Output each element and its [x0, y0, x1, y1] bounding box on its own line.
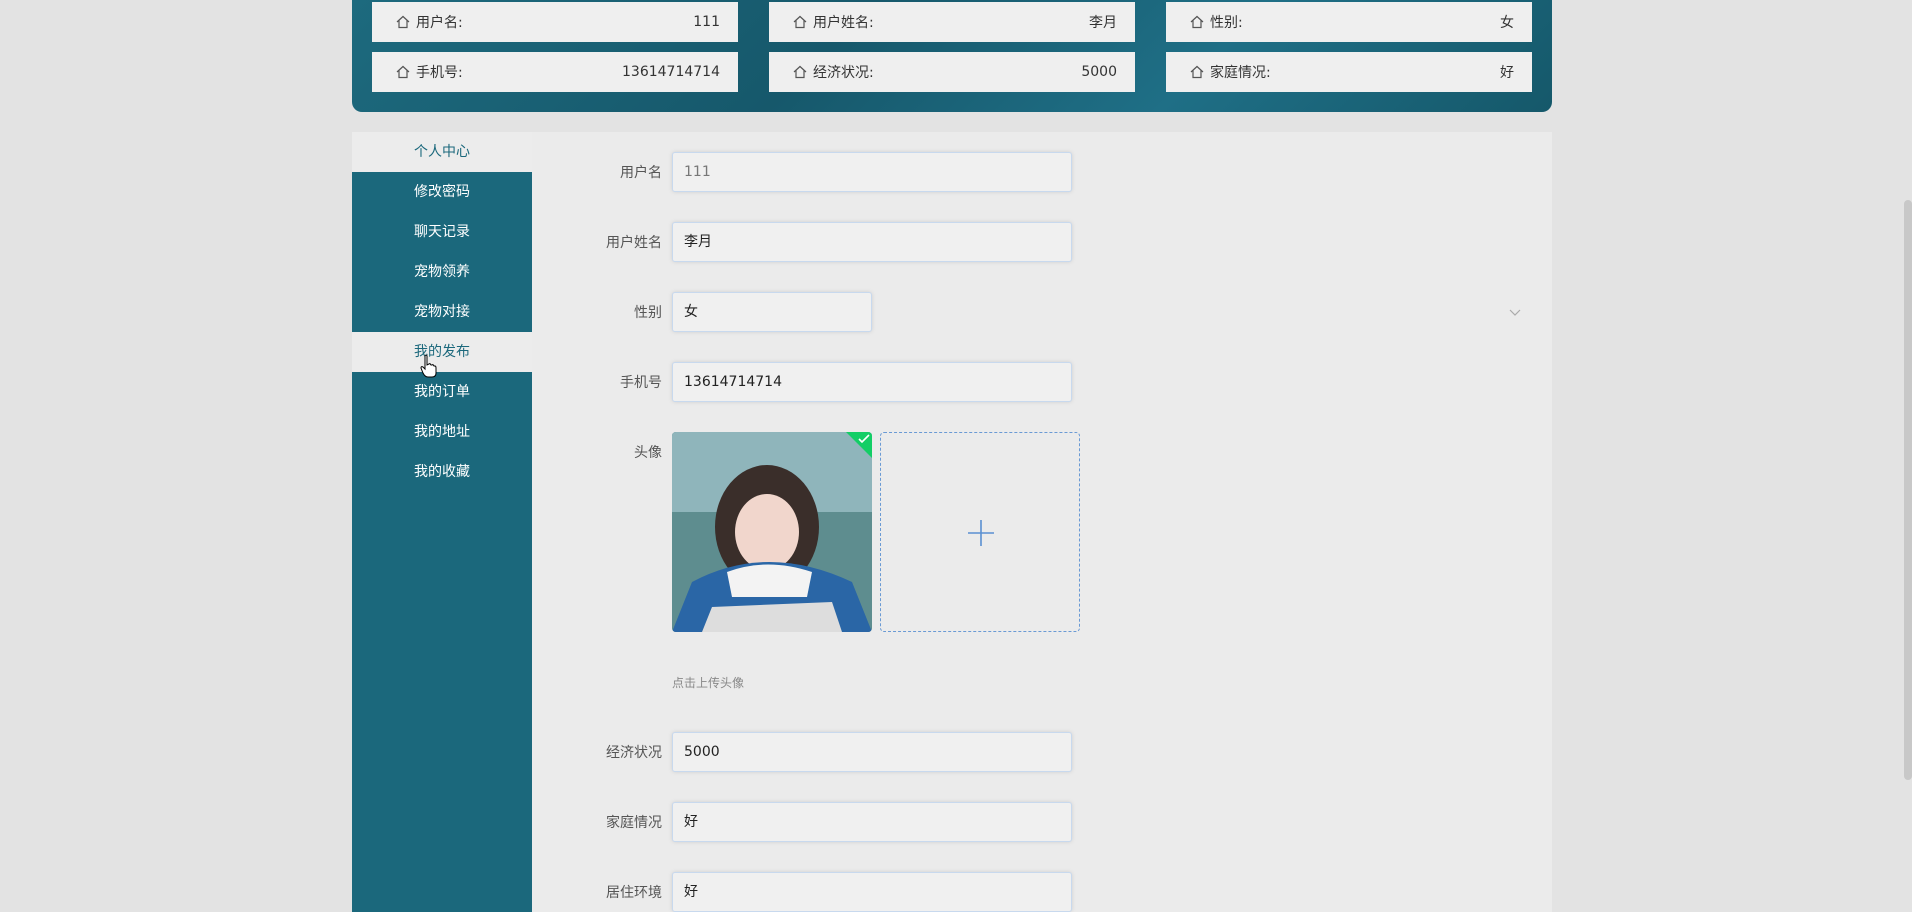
info-card-label: 用户姓名: [813, 15, 874, 31]
avatar-image[interactable] [672, 432, 872, 632]
sidebar-item-change-password[interactable]: 修改密码 [352, 172, 532, 212]
economy-input[interactable]: 5000 [672, 732, 1072, 772]
home-icon [793, 65, 807, 79]
info-card-economy: 经济状况: 5000 [769, 52, 1135, 92]
living-label: 居住环境 [606, 885, 662, 901]
info-card-label: 性别: [1210, 15, 1243, 31]
home-icon [793, 15, 807, 29]
gender-select[interactable]: 女 [672, 292, 872, 332]
sidebar: 个人中心 修改密码 聊天记录 宠物领养 宠物对接 我的发布 我的订单 我的地址 … [352, 132, 532, 912]
username-input[interactable]: 111 [672, 152, 1072, 192]
family-label: 家庭情况 [606, 815, 662, 831]
chevron-down-icon[interactable] [1508, 305, 1522, 319]
info-card-value: 111 [693, 14, 720, 30]
info-card-label: 经济状况: [813, 65, 874, 81]
avatar-upload-button[interactable] [880, 432, 1080, 632]
plus-icon [968, 520, 994, 546]
info-card-value: 5000 [1081, 64, 1117, 80]
living-input[interactable]: 好 [672, 872, 1072, 912]
info-card-label: 用户名: [416, 15, 463, 31]
info-card-gender: 性别: 女 [1166, 2, 1532, 42]
avatar-label: 头像 [634, 445, 662, 461]
info-card-value: 李月 [1089, 15, 1117, 31]
phone-label: 手机号 [620, 375, 662, 391]
info-card-label: 手机号: [416, 65, 463, 81]
sidebar-item-chat-records[interactable]: 聊天记录 [352, 212, 532, 252]
sidebar-item-my-favorites[interactable]: 我的收藏 [352, 452, 532, 492]
upload-hint: 点击上传头像 [672, 676, 745, 690]
home-icon [1190, 15, 1204, 29]
avatar-photo [672, 432, 872, 632]
profile-banner: 用户名: 111 用户姓名: 李月 性别: 女 手机号: 13614714714… [352, 0, 1552, 112]
info-card-name: 用户姓名: 李月 [769, 2, 1135, 42]
info-card-family: 家庭情况: 好 [1166, 52, 1532, 92]
info-card-phone: 手机号: 13614714714 [372, 52, 738, 92]
home-icon [396, 65, 410, 79]
info-card-value: 13614714714 [622, 64, 720, 80]
sidebar-item-my-address[interactable]: 我的地址 [352, 412, 532, 452]
gender-label: 性别 [634, 305, 662, 321]
family-input[interactable]: 好 [672, 802, 1072, 842]
home-icon [396, 15, 410, 29]
name-input[interactable]: 李月 [672, 222, 1072, 262]
info-card-value: 好 [1500, 65, 1514, 81]
name-label: 用户姓名 [606, 235, 662, 251]
sidebar-item-my-posts[interactable]: 我的发布 [352, 332, 532, 372]
info-card-label: 家庭情况: [1210, 65, 1271, 81]
check-icon [858, 434, 870, 444]
sidebar-item-my-orders[interactable]: 我的订单 [352, 372, 532, 412]
home-icon [1190, 65, 1204, 79]
sidebar-item-pet-matching[interactable]: 宠物对接 [352, 292, 532, 332]
page-scrollbar[interactable] [1904, 200, 1912, 780]
username-label: 用户名 [620, 165, 662, 181]
phone-input[interactable]: 13614714714 [672, 362, 1072, 402]
sidebar-item-profile[interactable]: 个人中心 [352, 132, 532, 172]
economy-label: 经济状况 [606, 745, 662, 761]
info-card-username: 用户名: 111 [372, 2, 738, 42]
hand-cursor-icon [420, 354, 437, 378]
sidebar-item-pet-adoption[interactable]: 宠物领养 [352, 252, 532, 292]
info-card-value: 女 [1500, 15, 1514, 31]
